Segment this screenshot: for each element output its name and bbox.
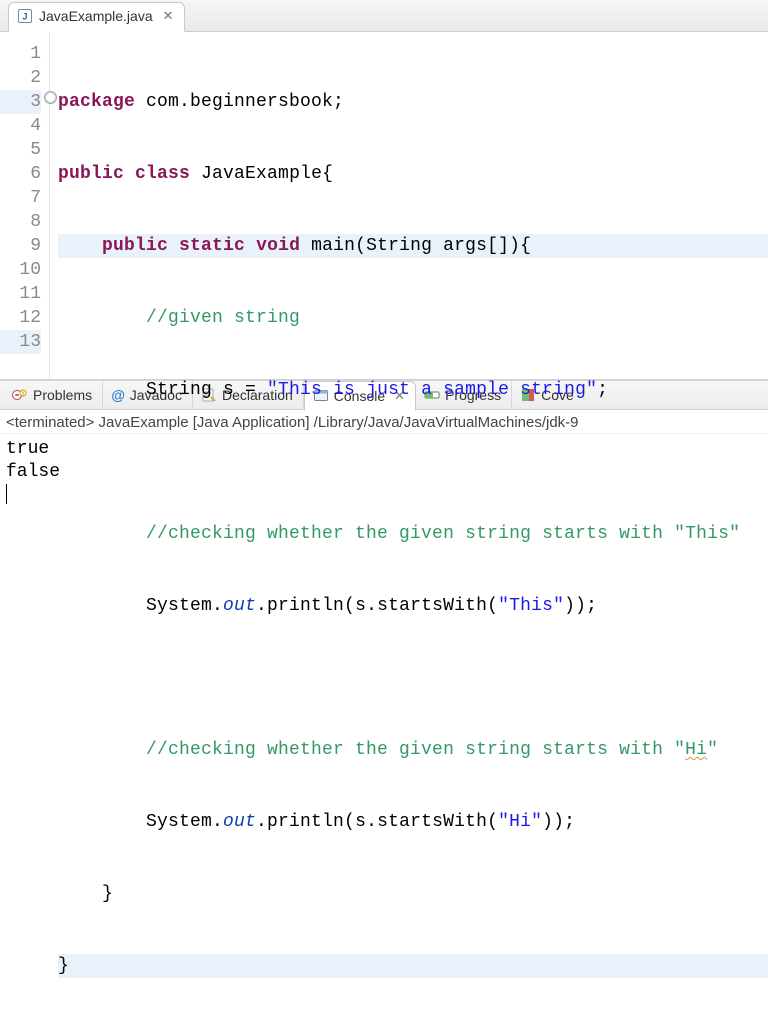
- line-number: 10: [0, 258, 41, 282]
- line-number: 3: [0, 90, 41, 114]
- close-icon[interactable]: ✕: [159, 8, 174, 24]
- console-line: true: [6, 439, 49, 459]
- line-number: 2: [0, 66, 41, 90]
- line-number: 1: [0, 42, 41, 66]
- java-file-icon: J: [17, 8, 33, 24]
- code-line: System.out.println(s.startsWith("Hi"));: [58, 810, 768, 834]
- editor-tab-bar: J JavaExample.java ✕: [0, 0, 768, 32]
- text-cursor: [6, 484, 7, 504]
- code-line: String s = "This is just a sample string…: [58, 378, 768, 402]
- line-number: 4: [0, 114, 41, 138]
- problems-icon: [12, 387, 28, 403]
- editor-tab-label: JavaExample.java: [39, 8, 153, 24]
- spellcheck-underline: Hi: [685, 740, 707, 760]
- code-line: }: [58, 882, 768, 906]
- code-line: //checking whether the given string star…: [58, 522, 768, 546]
- code-line: //given string: [58, 306, 768, 330]
- code-line: public static void main(String args[]){: [58, 234, 768, 258]
- code-content[interactable]: package com.beginnersbook; public class …: [50, 32, 768, 379]
- code-line: public class JavaExample{: [58, 162, 768, 186]
- line-number: 7: [0, 186, 41, 210]
- line-number-gutter: 1 2 3 4 5 6 7 8 9 10 11 12 13: [0, 32, 50, 379]
- code-editor[interactable]: 1 2 3 4 5 6 7 8 9 10 11 12 13 package co…: [0, 32, 768, 380]
- line-number: 11: [0, 282, 41, 306]
- line-number: 5: [0, 138, 41, 162]
- code-line: [58, 450, 768, 474]
- editor-tab-active[interactable]: J JavaExample.java ✕: [8, 2, 185, 32]
- line-number: 13: [0, 330, 41, 354]
- code-line: [58, 666, 768, 690]
- code-line: }: [58, 954, 768, 978]
- code-line: System.out.println(s.startsWith("This"))…: [58, 594, 768, 618]
- line-number: 12: [0, 306, 41, 330]
- line-number: 8: [0, 210, 41, 234]
- line-number: 6: [0, 162, 41, 186]
- code-line: //checking whether the given string star…: [58, 738, 768, 762]
- console-line: false: [6, 462, 60, 482]
- svg-text:J: J: [22, 11, 27, 21]
- line-number: 9: [0, 234, 41, 258]
- code-line: package com.beginnersbook;: [58, 90, 768, 114]
